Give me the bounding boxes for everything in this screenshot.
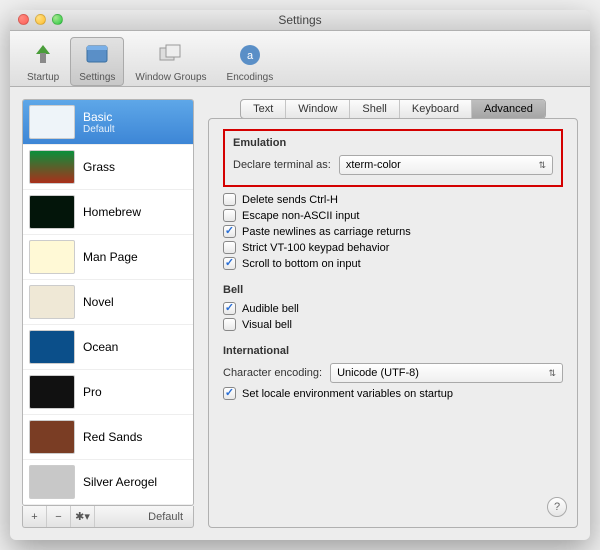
toolbar: Startup Settings Window Groups a Encodings [10,31,590,87]
emulation-label-1: Escape non-ASCII input [242,210,359,222]
encodings-icon: a [234,40,266,70]
default-button[interactable]: Default [95,506,193,527]
emulation-checkbox-4[interactable] [223,257,236,270]
toolbar-label: Startup [27,72,59,83]
window-groups-icon [155,40,187,70]
main-panel: TextWindowShellKeyboardAdvanced Emulatio… [208,99,578,528]
international-title: International [223,345,563,357]
profile-thumbnail [29,195,75,229]
action-menu-button[interactable]: ✱▾ [71,506,95,527]
tab-shell[interactable]: Shell [350,100,399,118]
bell-checkbox-1[interactable] [223,318,236,331]
toolbar-settings[interactable]: Settings [70,37,124,86]
toolbar-label: Encodings [227,72,274,83]
profile-thumbnail [29,420,75,454]
emulation-checkbox-3[interactable] [223,241,236,254]
tab-window[interactable]: Window [286,100,350,118]
locale-label: Set locale environment variables on star… [242,388,453,400]
bell-label-1: Visual bell [242,319,292,331]
profile-label: Pro [83,385,102,399]
chevron-updown-icon: ⇅ [538,160,546,171]
tabs: TextWindowShellKeyboardAdvanced [208,99,578,119]
emulation-checkbox-2[interactable] [223,225,236,238]
profile-thumbnail [29,105,75,139]
profile-man-page[interactable]: Man Page [23,235,193,280]
profile-grass[interactable]: Grass [23,145,193,190]
profile-thumbnail [29,465,75,499]
settings-window: Settings Startup Settings Window Groups a En… [10,10,590,540]
profile-thumbnail [29,150,75,184]
tab-text[interactable]: Text [241,100,286,118]
profile-novel[interactable]: Novel [23,280,193,325]
toolbar-encodings[interactable]: a Encodings [218,37,283,86]
encoding-select[interactable]: Unicode (UTF-8) ⇅ [330,363,563,383]
profile-thumbnail [29,375,75,409]
toolbar-label: Window Groups [135,72,206,83]
titlebar: Settings [10,10,590,31]
startup-icon [27,40,59,70]
declare-terminal-select[interactable]: xterm-color ⇅ [339,155,553,175]
profile-thumbnail [29,330,75,364]
tab-keyboard[interactable]: Keyboard [400,100,472,118]
locale-checkbox[interactable] [223,387,236,400]
toolbar-label: Settings [79,72,115,83]
toolbar-window-groups[interactable]: Window Groups [126,37,215,86]
profile-label: Homebrew [83,205,141,219]
emulation-label-2: Paste newlines as carriage returns [242,226,411,238]
sidebar: BasicDefault Grass Homebrew Man Page Novel Oc… [22,99,194,528]
settings-icon [81,40,113,70]
emulation-label-4: Scroll to bottom on input [242,258,361,270]
bell-label-0: Audible bell [242,303,299,315]
emulation-checkbox-0[interactable] [223,193,236,206]
content: BasicDefault Grass Homebrew Man Page Novel Oc… [10,87,590,540]
profile-list[interactable]: BasicDefault Grass Homebrew Man Page Novel Oc… [22,99,194,506]
emulation-label-3: Strict VT-100 keypad behavior [242,242,389,254]
svg-text:a: a [247,50,254,62]
profile-label: Grass [83,160,115,174]
encoding-label: Character encoding: [223,367,322,379]
emulation-checkbox-1[interactable] [223,209,236,222]
profile-red-sands[interactable]: Red Sands [23,415,193,460]
advanced-panel: Emulation Declare terminal as: xterm-col… [208,118,578,528]
profile-label: Man Page [83,250,138,264]
bell-checkbox-0[interactable] [223,302,236,315]
emulation-label-0: Delete sends Ctrl-H [242,194,338,206]
profile-ocean[interactable]: Ocean [23,325,193,370]
declare-terminal-value: xterm-color [346,159,401,171]
toolbar-startup[interactable]: Startup [18,37,68,86]
profile-label: Novel [83,295,114,309]
sidebar-buttons: + − ✱▾ Default [22,506,194,528]
bell-title: Bell [223,284,563,296]
encoding-value: Unicode (UTF-8) [337,367,419,379]
profile-thumbnail [29,240,75,274]
emulation-highlight: Emulation Declare terminal as: xterm-col… [223,129,563,187]
profile-label: Ocean [83,340,118,354]
tab-advanced[interactable]: Advanced [472,100,545,118]
help-button[interactable]: ? [547,497,567,517]
remove-button[interactable]: − [47,506,71,527]
emulation-title: Emulation [233,137,553,149]
profile-thumbnail [29,285,75,319]
profile-basic[interactable]: BasicDefault [23,100,193,145]
profile-label: Red Sands [83,430,142,444]
window-title: Settings [10,13,590,27]
profile-homebrew[interactable]: Homebrew [23,190,193,235]
profile-pro[interactable]: Pro [23,370,193,415]
declare-terminal-label: Declare terminal as: [233,159,331,171]
profile-label: Silver Aerogel [83,475,157,489]
profile-label: BasicDefault [83,110,115,135]
profile-silver-aerogel[interactable]: Silver Aerogel [23,460,193,505]
chevron-updown-icon: ⇅ [548,368,556,379]
add-button[interactable]: + [23,506,47,527]
